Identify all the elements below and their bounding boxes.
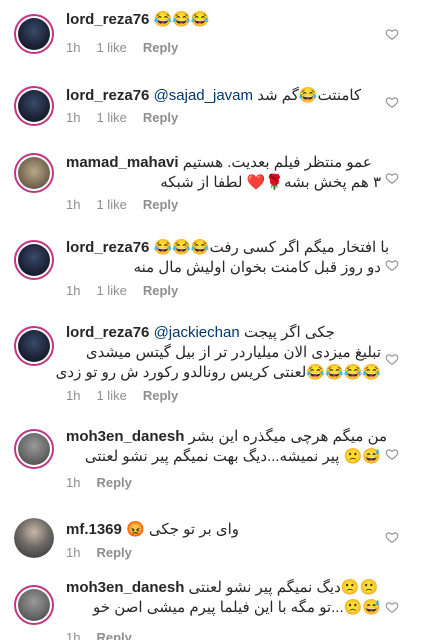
comment-meta: 1h Reply [66, 545, 148, 560]
reply-button[interactable]: Reply [96, 475, 131, 490]
heart-icon[interactable] [385, 352, 399, 366]
reply-button[interactable]: Reply [143, 283, 178, 298]
comment-text: من میگم هرچی میگذره این بشر [188, 428, 388, 445]
mention-link[interactable]: @jackiechan [154, 324, 240, 341]
comment-text: 😡 وای بر تو جکی [126, 521, 239, 538]
comment-time: 1h [66, 283, 81, 298]
username[interactable]: lord_reza76 [66, 324, 149, 341]
comment-text: جکی اگر پیجت [243, 324, 335, 341]
avatar[interactable] [14, 240, 54, 280]
reply-button[interactable]: Reply [96, 630, 131, 640]
person-avatar [14, 518, 54, 558]
heart-icon[interactable] [385, 530, 399, 544]
username[interactable]: lord_reza76 [66, 239, 149, 256]
grey-avatar [18, 589, 50, 621]
comment-text-line: ۳ هم پخش بشه🌹❤️ لطفا از شبکه [160, 174, 381, 191]
comment-time: 1h [66, 110, 81, 125]
username[interactable]: lord_reza76 [66, 87, 149, 104]
comment-time: 1h [66, 630, 81, 640]
like-count[interactable]: 1 like [96, 197, 126, 212]
comment-text-line: دو روز قبل کامنت بخوان اولیش مال منه [133, 259, 381, 276]
comment-time: 1h [66, 197, 81, 212]
username[interactable]: mamad_mahavi [66, 154, 179, 171]
comment-time: 1h [66, 545, 81, 560]
comment-meta: 1h 1 like Reply [66, 110, 194, 125]
reply-button[interactable]: Reply [96, 545, 131, 560]
avatar[interactable] [14, 429, 54, 469]
comment-text: 😂😂😂 [153, 11, 210, 28]
cartoon-avatar [18, 157, 50, 189]
heart-icon[interactable] [385, 447, 399, 461]
avatar[interactable] [14, 14, 54, 54]
dark-portrait-avatar [18, 18, 50, 50]
comment-meta: 1h 1 like Reply [66, 388, 194, 403]
comment-text: کامنتت😂گم شد [257, 87, 362, 104]
reply-button[interactable]: Reply [143, 388, 178, 403]
username[interactable]: lord_reza76 [66, 11, 149, 28]
username[interactable]: moh3en_danesh [66, 428, 184, 445]
comments-list: lord_reza76 😂😂😂 1h 1 like Reply lord_reza7… [0, 0, 421, 640]
comment-time: 1h [66, 388, 81, 403]
comment-meta: 1h 1 like Reply [66, 40, 194, 55]
grey-avatar [18, 433, 50, 465]
comment-text-line: 😅🙁 پیر نمیشه...دیگ بهت نمیگم پیر نشو لعن… [84, 448, 381, 465]
reply-button[interactable]: Reply [143, 110, 178, 125]
comment-text-line: 😅🙁...تو مگه با این فیلما پیرم میشی اصن خ… [93, 599, 381, 616]
like-count[interactable]: 1 like [96, 388, 126, 403]
heart-icon[interactable] [385, 95, 399, 109]
comment-meta: 1h 1 like Reply [66, 197, 194, 212]
comment-text-line: 😂😂😂😂لعنتی کریس رونالدو رکورد ش رو تو زدی [55, 364, 381, 381]
comment-meta: 1h Reply [66, 475, 148, 490]
heart-icon[interactable] [385, 27, 399, 41]
like-count[interactable]: 1 like [96, 40, 126, 55]
avatar[interactable] [14, 518, 54, 558]
comment-text: 😂😂😂با افتخار میگم اگر کسی رفت [153, 239, 390, 256]
comment-meta: 1h 1 like Reply [66, 283, 194, 298]
reply-button[interactable]: Reply [143, 197, 178, 212]
comment-meta: 1h Reply [66, 630, 148, 640]
avatar[interactable] [14, 585, 54, 625]
username[interactable]: moh3en_danesh [66, 579, 184, 596]
heart-icon[interactable] [385, 258, 399, 272]
dark-portrait-avatar [18, 244, 50, 276]
like-count[interactable]: 1 like [96, 283, 126, 298]
heart-icon[interactable] [385, 171, 399, 185]
reply-button[interactable]: Reply [143, 40, 178, 55]
avatar[interactable] [14, 86, 54, 126]
dark-portrait-avatar [18, 330, 50, 362]
comment-text: عمو منتظر فیلم بعدیت. هستیم [182, 154, 372, 171]
like-count[interactable]: 1 like [96, 110, 126, 125]
avatar[interactable] [14, 153, 54, 193]
comment-text: دیگ نمیگم پیر نشو لعنتی🙁🙁 [188, 579, 379, 596]
avatar[interactable] [14, 326, 54, 366]
comment-text-line: تبلیغ میزدی الان میلیاردر تر از بیل گیتس… [85, 344, 381, 361]
comment-time: 1h [66, 40, 81, 55]
dark-portrait-avatar [18, 90, 50, 122]
username[interactable]: mf.1369 [66, 521, 122, 538]
mention-link[interactable]: @sajad_javam [154, 87, 253, 104]
heart-icon[interactable] [385, 600, 399, 614]
comment-time: 1h [66, 475, 81, 490]
